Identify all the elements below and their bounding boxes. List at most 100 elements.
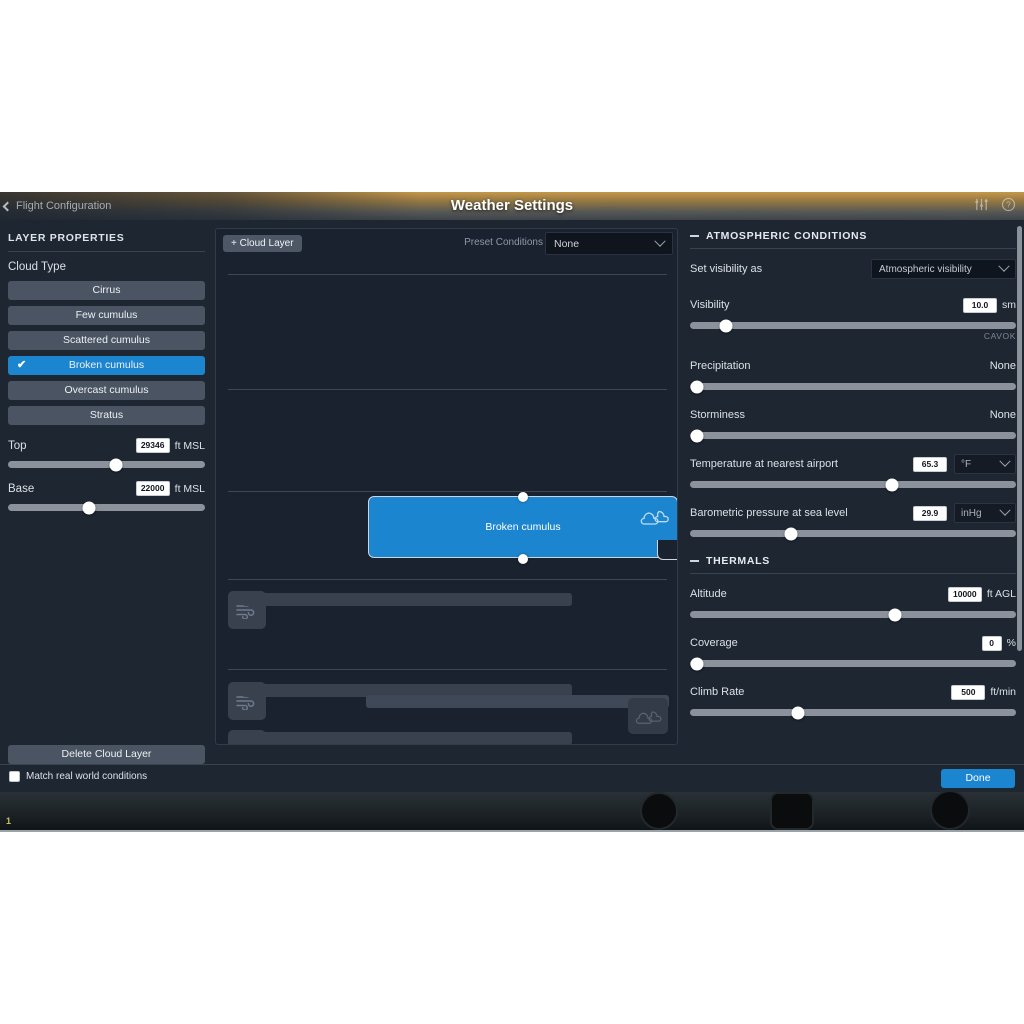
- thermal-altitude-value-input[interactable]: 10000: [947, 586, 982, 602]
- precipitation-slider-knob[interactable]: [690, 380, 704, 393]
- thermal-climb-rate-row: Climb Rate 500 ft/min: [690, 681, 1016, 703]
- temperature-slider-track[interactable]: [690, 478, 1016, 491]
- cloud-type-option-cirrus[interactable]: Cirrus: [8, 281, 205, 300]
- thermal-coverage-group: Coverage 0 %: [690, 632, 1016, 670]
- cloud-base-label: Base: [8, 482, 35, 495]
- cloud-top-slider-knob[interactable]: [109, 458, 123, 471]
- pressure-unit-dropdown[interactable]: inHg: [954, 503, 1016, 523]
- cloud-type-label: Cloud Type: [8, 261, 66, 273]
- visibility-slider-knob[interactable]: [719, 319, 733, 332]
- wind-layer-row[interactable]: [228, 730, 669, 744]
- grid-line: [228, 491, 667, 492]
- wind-strength-bar[interactable]: [366, 695, 669, 708]
- cloud-type-option-scattered-cumulus[interactable]: Scattered cumulus: [8, 331, 205, 350]
- cloud-type-option-stratus[interactable]: Stratus: [8, 406, 205, 425]
- done-button[interactable]: Done: [941, 769, 1015, 788]
- visibility-value-input[interactable]: 10.0: [963, 297, 997, 313]
- cloud-icon: [639, 505, 669, 532]
- help-icon[interactable]: ?: [1001, 197, 1016, 217]
- cloud-top-unit: ft MSL: [174, 439, 205, 452]
- wind-strength-bar[interactable]: [242, 732, 572, 744]
- precipitation-slider-track[interactable]: [690, 380, 1016, 393]
- cloud-layer-bottom-handle[interactable]: [518, 554, 528, 564]
- temperature-unit-dropdown[interactable]: °F: [954, 454, 1016, 474]
- storminess-slider-knob[interactable]: [690, 429, 704, 442]
- thermal-coverage-row: Coverage 0 %: [690, 632, 1016, 654]
- svg-text:?: ?: [1006, 201, 1011, 210]
- delete-cloud-layer-button[interactable]: Delete Cloud Layer: [8, 745, 205, 764]
- precipitation-label: Precipitation: [690, 360, 751, 372]
- visibility-mode-dropdown[interactable]: Atmospheric visibility: [871, 259, 1016, 279]
- cockpit-gauge: [770, 792, 814, 830]
- thermal-climb-rate-unit: ft/min: [990, 686, 1016, 698]
- cloud-base-unit: ft MSL: [174, 482, 205, 495]
- weather-layers-canvas: + Cloud Layer Preset Conditions None Bro…: [215, 228, 678, 745]
- cloud-top-slider-track[interactable]: [8, 458, 205, 471]
- cloud-layer-top-handle[interactable]: [518, 492, 528, 502]
- match-real-world-conditions-checkbox[interactable]: Match real world conditions: [9, 771, 147, 782]
- grid-line: [228, 669, 667, 670]
- thermals-header[interactable]: THERMALS: [690, 555, 1016, 574]
- cloud-base-slider-knob[interactable]: [82, 501, 96, 514]
- wind-strength-bar[interactable]: [242, 593, 572, 606]
- pressure-slider-knob[interactable]: [784, 527, 798, 540]
- pressure-slider-track[interactable]: [690, 527, 1016, 540]
- cloud-icon-badge: [628, 698, 668, 734]
- checkbox-box[interactable]: [9, 771, 20, 782]
- sliders-icon[interactable]: [974, 197, 989, 217]
- storminess-group: Storminess None: [690, 404, 1016, 442]
- conditions-scrollbar[interactable]: [1017, 226, 1022, 651]
- cloud-type-option-label: Scattered cumulus: [63, 334, 150, 346]
- thermal-altitude-slider-track[interactable]: [690, 608, 1016, 621]
- thermal-coverage-label: Coverage: [690, 637, 738, 649]
- screen-bottom-edge: [0, 830, 1024, 832]
- cloud-base-slider-group: Base 22000 ft MSL: [8, 480, 205, 514]
- cloud-layer-block-broken-cumulus[interactable]: Broken cumulus: [368, 492, 677, 564]
- cloud-top-value-input[interactable]: 29346: [135, 438, 170, 453]
- cloud-type-option-few-cumulus[interactable]: Few cumulus: [8, 306, 205, 325]
- thermal-climb-rate-slider-knob[interactable]: [791, 706, 805, 719]
- collapse-icon[interactable]: [690, 235, 699, 237]
- thermal-coverage-slider-knob[interactable]: [690, 657, 704, 670]
- visibility-slider-track[interactable]: [690, 319, 1016, 332]
- add-cloud-layer-button[interactable]: + Cloud Layer: [223, 235, 302, 252]
- pressure-value-input[interactable]: 29.9: [913, 505, 947, 521]
- temperature-slider-knob[interactable]: [885, 478, 899, 491]
- preset-conditions-label: Preset Conditions: [464, 237, 543, 248]
- preset-conditions-dropdown[interactable]: None: [545, 232, 673, 255]
- thermal-climb-rate-value-input[interactable]: 500: [951, 684, 986, 700]
- thermal-altitude-slider-knob[interactable]: [888, 608, 902, 621]
- storminess-slider-track[interactable]: [690, 429, 1016, 442]
- precipitation-group: Precipitation None: [690, 355, 1016, 393]
- wind-layer-row[interactable]: [228, 591, 669, 631]
- cloud-base-value-input[interactable]: 22000: [135, 481, 170, 496]
- cloud-type-option-overcast-cumulus[interactable]: Overcast cumulus: [8, 381, 205, 400]
- thermal-climb-rate-slider-track[interactable]: [690, 706, 1016, 719]
- temperature-value-input[interactable]: 65.3: [913, 456, 947, 472]
- temperature-unit-value: °F: [961, 458, 972, 470]
- cloud-layer-block-label: Broken cumulus: [485, 521, 561, 533]
- cloud-top-slider-group: Top 29346 ft MSL: [8, 437, 205, 471]
- cloud-type-option-label: Overcast cumulus: [64, 384, 149, 396]
- thermal-coverage-slider-track[interactable]: [690, 657, 1016, 670]
- cloud-type-option-broken-cumulus[interactable]: ✔ Broken cumulus: [8, 356, 205, 375]
- dialog-titlebar: Flight Configuration Weather Settings ?: [0, 192, 1024, 220]
- thermal-coverage-value-input[interactable]: 0: [981, 635, 1002, 651]
- pressure-unit-value: inHg: [961, 507, 982, 519]
- precipitation-value: None: [989, 360, 1016, 372]
- collapse-icon[interactable]: [690, 560, 699, 562]
- pressure-label: Barometric pressure at sea level: [690, 507, 848, 519]
- thermal-altitude-label: Altitude: [690, 588, 727, 600]
- wind-layer-row[interactable]: [228, 682, 669, 734]
- checkmark-icon: ✔: [17, 359, 27, 371]
- visibility-mode-group: Set visibility as Atmospheric visibility: [690, 258, 1016, 280]
- storminess-value: None: [989, 409, 1016, 421]
- cockpit-gauge: [930, 790, 970, 830]
- chevron-down-icon: [654, 235, 666, 247]
- atmospheric-conditions-title: ATMOSPHERIC CONDITIONS: [706, 230, 868, 242]
- cloud-type-option-label: Stratus: [89, 409, 124, 421]
- cloud-base-slider-track[interactable]: [8, 501, 205, 514]
- conditions-panel: ATMOSPHERIC CONDITIONS Set visibility as…: [682, 220, 1024, 764]
- atmospheric-conditions-header[interactable]: ATMOSPHERIC CONDITIONS: [690, 230, 1016, 249]
- dialog-footer: Match real world conditions Done: [0, 764, 1024, 792]
